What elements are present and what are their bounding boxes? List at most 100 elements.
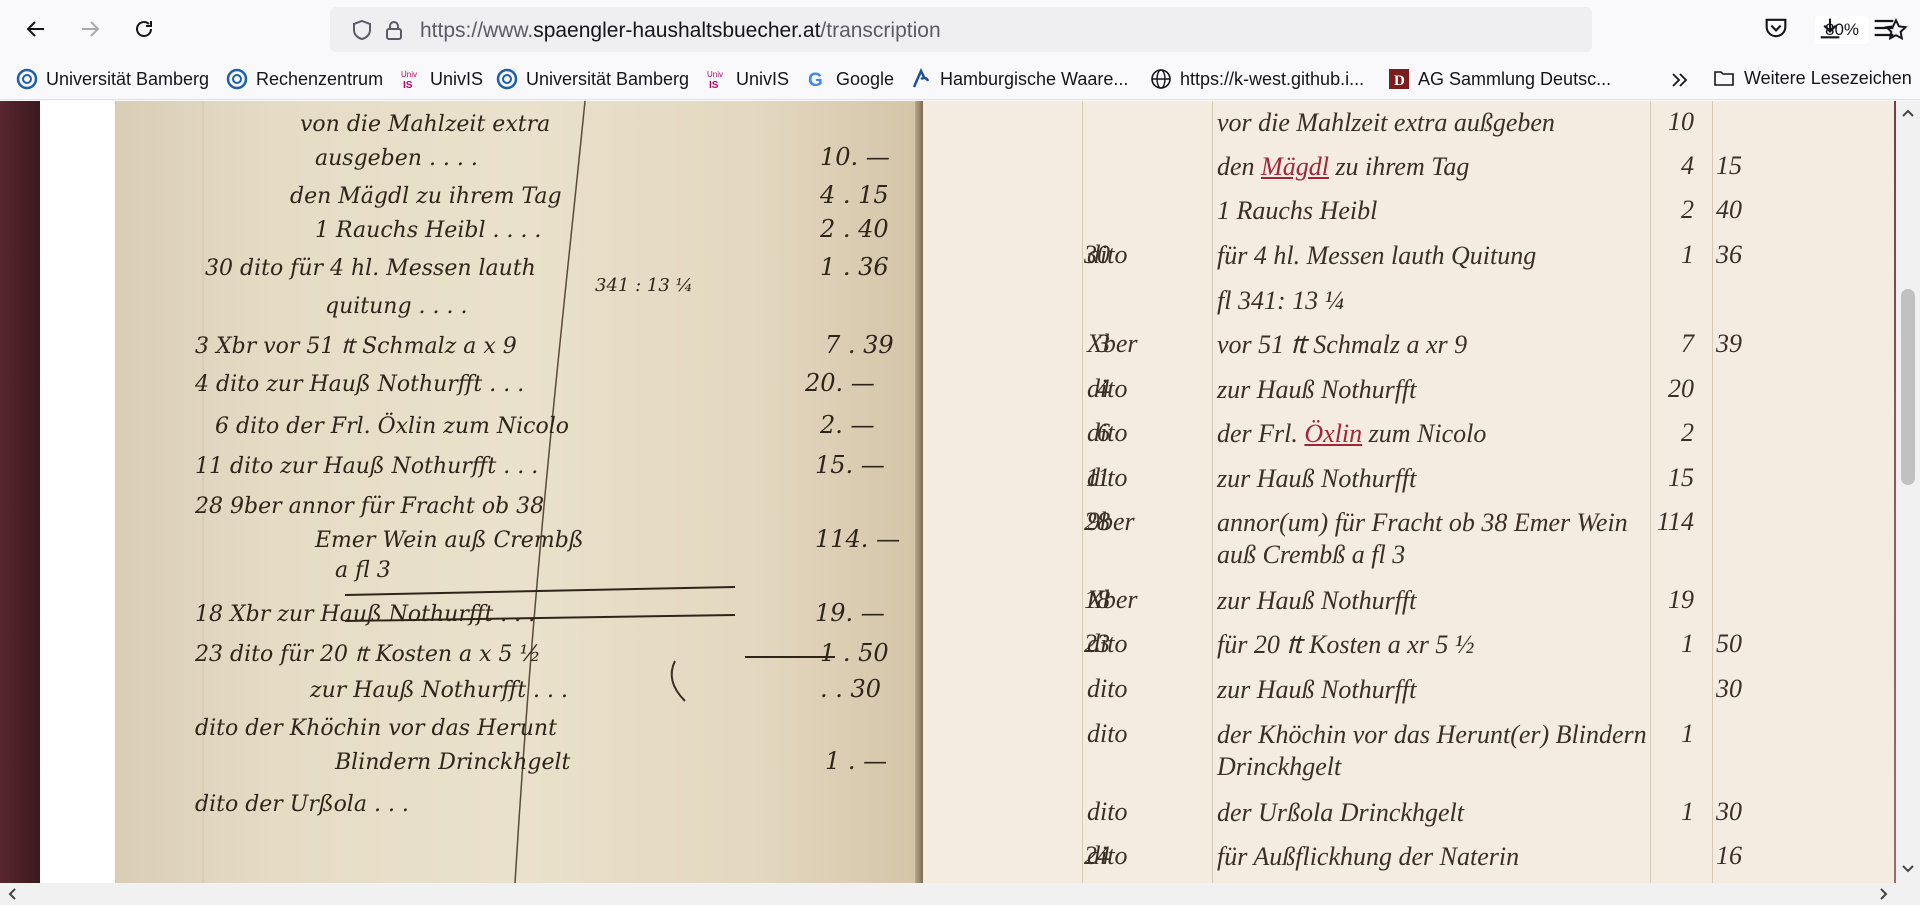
manuscript-amount: 15. —	[815, 451, 885, 479]
manuscript-edge	[915, 101, 923, 883]
manuscript-line: 1 Rauchs Heibl . . . .	[315, 218, 541, 243]
florin-cell: 10	[1668, 107, 1694, 136]
month-cell: dito	[1087, 719, 1128, 748]
person-link-oexlin[interactable]: Öxlin	[1304, 419, 1362, 448]
month-cell: dito	[1087, 463, 1128, 492]
scroll-left-arrow-icon[interactable]	[4, 886, 20, 902]
entry-text-post: zum Nicolo	[1362, 419, 1487, 448]
transcription-table: vor die Mahlzeit extra außgeben 10 den M…	[1010, 101, 1770, 883]
bookmark-rechenzentrum[interactable]: Rechenzentrum	[226, 66, 383, 92]
url-path: /transcription	[820, 19, 941, 42]
bookmark-universitaet-bamberg-1[interactable]: Universität Bamberg	[16, 66, 209, 92]
svg-text:IS: IS	[403, 80, 413, 90]
entry-text: 1 Rauchs Heibl	[1217, 196, 1378, 225]
other-bookmarks[interactable]: Weitere Lesezeichen	[1712, 66, 1912, 90]
entry-text: annor(um) für Fracht ob 38 Emer Wein auß…	[1217, 508, 1628, 569]
manuscript-amount: 341 : 13 ¼	[595, 275, 693, 296]
address-bar[interactable]: https://www.spaengler-haushaltsbuecher.a…	[330, 7, 1908, 52]
svg-text:G: G	[808, 70, 823, 90]
manuscript-line: 11 dito zur Hauß Nothurfft . . .	[195, 454, 538, 479]
manuscript-line: dito der Urßola . . .	[195, 792, 409, 817]
manuscript-line: 4 dito zur Hauß Nothurfft . . .	[194, 372, 524, 397]
manuscript-line: 3 Xbr vor 51 ₶ Schmalz a x 9	[195, 334, 517, 359]
column-divider	[1212, 101, 1213, 883]
manuscript-line: quitung . . . .	[325, 294, 468, 319]
florin-cell: 4	[1681, 151, 1694, 180]
back-button[interactable]	[20, 13, 52, 45]
bookmark-label: UnivIS	[736, 68, 790, 89]
manuscript-line: 18 Xbr zur Hauß Nothurfft . . .	[195, 602, 535, 627]
entry-text: für Außflickhung der Naterin	[1217, 842, 1520, 871]
univis-logo-icon: Univ IS	[400, 68, 422, 90]
forward-button[interactable]	[74, 13, 106, 45]
scroll-up-arrow-icon[interactable]	[1900, 105, 1916, 121]
month-cell: dito	[1087, 797, 1128, 826]
chevron-double-right-icon[interactable]	[1668, 68, 1692, 92]
kreuzer-cell: 16	[1716, 841, 1742, 870]
entry-text: der Frl. Öxlin zum Nicolo	[1217, 418, 1657, 450]
vertical-scrollbar[interactable]	[1896, 101, 1920, 883]
manuscript-amount: 2 . 40	[819, 215, 889, 243]
menu-hamburger-icon[interactable]	[1870, 14, 1898, 42]
kreuzer-cell: 50	[1716, 629, 1742, 658]
page-viewport: von die Mahlzeit extra ausgeben . . . . de…	[0, 101, 1896, 883]
person-link-maegdl[interactable]: Mägdl	[1261, 152, 1329, 181]
globe-icon	[1150, 68, 1172, 90]
entry-text: zur Hauß Nothurfft	[1217, 675, 1417, 704]
downloads-icon[interactable]	[1816, 14, 1844, 42]
folder-icon	[1714, 71, 1734, 86]
reload-button[interactable]	[128, 13, 160, 45]
manuscript-line: dito der Khöchin vor das Herunt	[195, 716, 557, 741]
month-cell: dito	[1087, 841, 1128, 870]
entry-text: vor 51 ₶ Schmalz a xr 9	[1217, 330, 1468, 359]
url-text[interactable]: https://www.spaengler-haushaltsbuecher.a…	[420, 19, 941, 43]
manuscript-amount: 19. —	[815, 599, 885, 627]
svg-text:D: D	[1394, 73, 1405, 89]
scroll-down-arrow-icon[interactable]	[1900, 861, 1916, 877]
bookmark-ag-sammlung[interactable]: D AG Sammlung Deutsc...	[1388, 66, 1611, 92]
bamberg-logo-icon	[496, 68, 518, 90]
tracking-shield-icon[interactable]	[350, 18, 374, 42]
florin-cell: 1	[1681, 719, 1694, 748]
entry-text: der Khöchin vor das Herunt(er) Blindern …	[1217, 720, 1647, 781]
kreuzer-cell: 40	[1716, 195, 1742, 224]
manuscript-amount: 1 . —	[825, 747, 887, 775]
kreuzer-cell: 30	[1716, 797, 1742, 826]
bookmark-label: AG Sammlung Deutsc...	[1418, 68, 1612, 89]
vertical-scroll-thumb[interactable]	[1901, 289, 1915, 485]
svg-text:Univ: Univ	[707, 70, 723, 79]
florin-cell: 7	[1681, 329, 1694, 358]
lock-icon[interactable]	[382, 18, 406, 42]
manuscript-amount: 2. —	[819, 411, 875, 439]
manuscript-line: ausgeben . . . .	[315, 146, 478, 171]
entry-text: fl 341: 13 ¼	[1217, 286, 1345, 315]
hamburg-logo-icon	[910, 68, 932, 90]
scroll-right-arrow-icon[interactable]	[1876, 886, 1892, 902]
florin-cell: 1	[1681, 629, 1694, 658]
manuscript-amount: 7 . 39	[825, 331, 894, 359]
entry-text-pre: den	[1217, 152, 1262, 181]
entry-text: vor die Mahlzeit extra außgeben	[1217, 108, 1555, 137]
month-cell: dito	[1087, 674, 1128, 703]
manuscript-image[interactable]: von die Mahlzeit extra ausgeben . . . . de…	[115, 101, 923, 883]
entry-text: zur Hauß Nothurfft	[1217, 586, 1417, 615]
month-cell: Xber	[1087, 329, 1138, 358]
pocket-icon[interactable]	[1762, 14, 1790, 42]
bookmark-hamburgische-waare[interactable]: Hamburgische Waare...	[910, 66, 1128, 92]
bookmark-univis-2[interactable]: Univ IS UnivIS	[706, 66, 789, 92]
bookmark-google[interactable]: G Google	[806, 66, 894, 92]
entry-text-post: zu ihrem Tag	[1328, 152, 1470, 181]
other-bookmarks-label: Weitere Lesezeichen	[1744, 67, 1912, 88]
bamberg-logo-icon	[226, 68, 248, 90]
manuscript-amount: . . 30	[820, 675, 881, 703]
horizontal-scrollbar[interactable]	[0, 883, 1920, 905]
entry-text-pre: der Frl.	[1217, 419, 1305, 448]
google-logo-icon: G	[806, 68, 828, 90]
manuscript-line: Blindern Drinckhgelt	[334, 750, 571, 775]
bookmark-k-west-github[interactable]: https://k-west.github.i...	[1150, 66, 1364, 92]
bookmark-label: https://k-west.github.i...	[1180, 68, 1365, 89]
manuscript-amount: 4 . 15	[819, 181, 889, 209]
bookmark-univis-1[interactable]: Univ IS UnivIS	[400, 66, 483, 92]
bookmark-label: Google	[836, 68, 895, 89]
bookmark-universitaet-bamberg-2[interactable]: Universität Bamberg	[496, 66, 689, 92]
